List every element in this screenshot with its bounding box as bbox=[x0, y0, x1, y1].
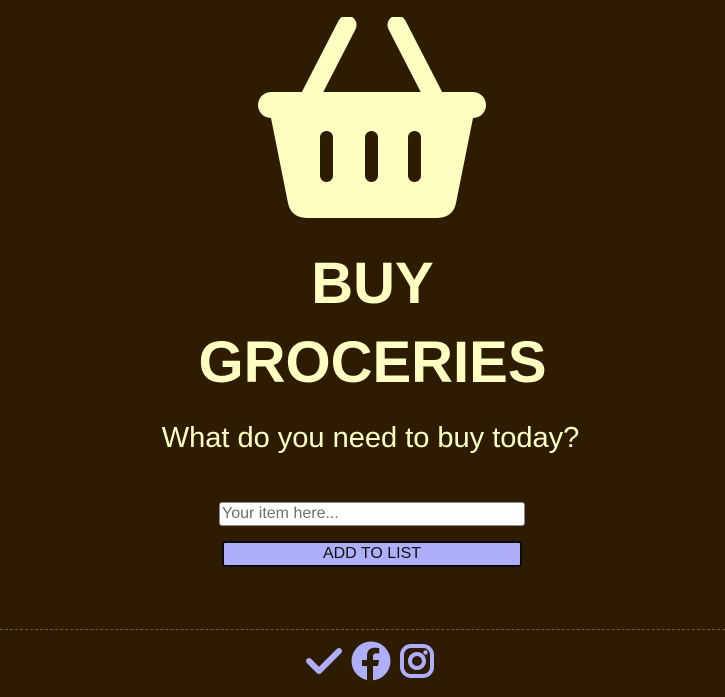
item-input[interactable] bbox=[219, 502, 525, 526]
subtitle: What do you need to buy today? bbox=[161, 422, 580, 454]
footer-divider bbox=[0, 629, 725, 630]
page-title: BUY GROCERIES bbox=[0, 244, 725, 402]
instagram-icon[interactable] bbox=[399, 643, 435, 679]
facebook-icon[interactable] bbox=[351, 641, 391, 681]
basket-icon bbox=[258, 17, 486, 218]
check-icon[interactable] bbox=[305, 646, 343, 676]
title-line-2: GROCERIES bbox=[198, 330, 547, 395]
add-to-list-button[interactable]: ADD TO LIST bbox=[222, 541, 522, 567]
footer-social-links bbox=[305, 640, 435, 682]
page: BUY GROCERIES What do you need to buy to… bbox=[0, 0, 725, 697]
title-line-1: BUY bbox=[311, 251, 434, 316]
